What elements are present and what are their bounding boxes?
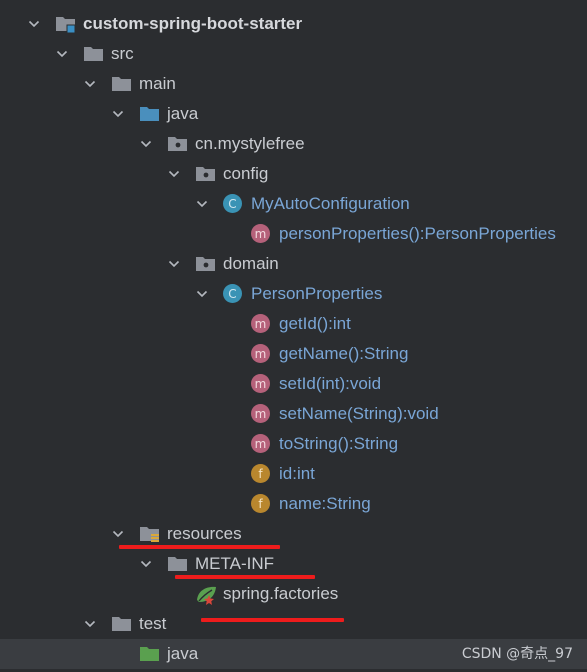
tree-node-label: getName():String <box>279 344 409 363</box>
tree-node-config[interactable]: config <box>0 159 587 189</box>
chevron-down-icon[interactable] <box>84 618 96 630</box>
package-icon <box>195 254 215 274</box>
tree-node-label: main <box>139 74 176 93</box>
tree-node-method-tostring[interactable]: m toString():String <box>0 429 587 459</box>
tree-node-method-getid[interactable]: m getId():int <box>0 309 587 339</box>
tree-node-field-id[interactable]: f id:int <box>0 459 587 489</box>
method-icon: m <box>251 224 271 244</box>
tree-node-src[interactable]: src <box>0 39 587 69</box>
field-icon: f <box>251 494 271 514</box>
tree-node-label: PersonProperties <box>251 284 383 303</box>
source-root-folder-icon <box>139 104 159 124</box>
tree-node-label: src <box>111 44 134 63</box>
class-icon: C <box>223 194 243 214</box>
tree-node-method-personproperties[interactable]: m personProperties():PersonProperties <box>0 219 587 249</box>
package-icon <box>167 134 187 154</box>
class-icon: C <box>223 284 243 304</box>
method-icon: m <box>251 434 271 454</box>
test-source-folder-icon <box>139 644 159 664</box>
chevron-down-icon[interactable] <box>168 258 180 270</box>
tree-node-label: id:int <box>279 464 315 483</box>
tree-node-method-setid[interactable]: m setId(int):void <box>0 369 587 399</box>
tree-node-myautoconfiguration[interactable]: C MyAutoConfiguration <box>0 189 587 219</box>
chevron-down-icon[interactable] <box>28 18 40 30</box>
tree-node-label: java <box>167 104 199 123</box>
tree-node-label: toString():String <box>279 434 399 453</box>
tree-node-label: name:String <box>279 494 371 513</box>
tree-node-label: custom-spring-boot-starter <box>83 14 303 33</box>
folder-icon <box>111 74 131 94</box>
spring-leaf-icon <box>195 584 216 605</box>
tree-node-method-setname[interactable]: m setName(String):void <box>0 399 587 429</box>
underline-annotation-meta-inf <box>175 575 315 579</box>
chevron-down-icon[interactable] <box>168 168 180 180</box>
tree-node-label: MyAutoConfiguration <box>251 194 410 213</box>
tree-node-label: java <box>167 644 199 663</box>
chevron-down-icon[interactable] <box>196 288 208 300</box>
project-tree: custom-spring-boot-starter src main java… <box>0 0 587 672</box>
tree-node-java[interactable]: java <box>0 99 587 129</box>
tree-node-personproperties[interactable]: C PersonProperties <box>0 279 587 309</box>
tree-node-domain[interactable]: domain <box>0 249 587 279</box>
chevron-down-icon[interactable] <box>112 528 124 540</box>
underline-annotation-spring-factories <box>201 618 344 622</box>
folder-icon <box>83 44 103 64</box>
tree-node-cn-mystylefree[interactable]: cn.mystylefree <box>0 129 587 159</box>
folder-icon <box>167 554 187 574</box>
underline-annotation-resources <box>119 545 280 549</box>
folder-icon <box>111 614 131 634</box>
chevron-down-icon[interactable] <box>196 198 208 210</box>
tree-node-resources[interactable]: resources <box>0 519 587 549</box>
tree-node-label: getId():int <box>279 314 351 333</box>
module-folder-icon <box>55 14 76 34</box>
tree-node-label: spring.factories <box>223 584 339 603</box>
tree-node-label: setId(int):void <box>279 374 382 393</box>
tree-node-label: personProperties():PersonProperties <box>279 224 556 243</box>
watermark: CSDN @奇点_97 <box>461 646 573 662</box>
tree-node-method-getname[interactable]: m getName():String <box>0 339 587 369</box>
method-icon: m <box>251 404 271 424</box>
tree-node-custom-spring-boot-starter[interactable]: custom-spring-boot-starter <box>0 9 587 39</box>
package-icon <box>195 164 215 184</box>
tree-node-test[interactable]: test <box>0 609 587 639</box>
tree-node-label: config <box>223 164 269 183</box>
field-icon: f <box>251 464 271 484</box>
method-icon: m <box>251 344 271 364</box>
chevron-down-icon[interactable] <box>56 48 68 60</box>
resources-folder-icon <box>139 524 159 544</box>
tree-node-field-name[interactable]: f name:String <box>0 489 587 519</box>
chevron-down-icon[interactable] <box>140 558 152 570</box>
tree-node-label: test <box>139 614 167 633</box>
chevron-down-icon[interactable] <box>140 138 152 150</box>
method-icon: m <box>251 314 271 334</box>
chevron-down-icon[interactable] <box>112 108 124 120</box>
method-icon: m <box>251 374 271 394</box>
tree-node-label: domain <box>223 254 279 273</box>
tree-node-spring-factories[interactable]: spring.factories <box>0 579 587 609</box>
tree-node-label: setName(String):void <box>279 404 439 423</box>
tree-node-label: cn.mystylefree <box>195 134 305 153</box>
tree-node-main[interactable]: main <box>0 69 587 99</box>
chevron-down-icon[interactable] <box>84 78 96 90</box>
